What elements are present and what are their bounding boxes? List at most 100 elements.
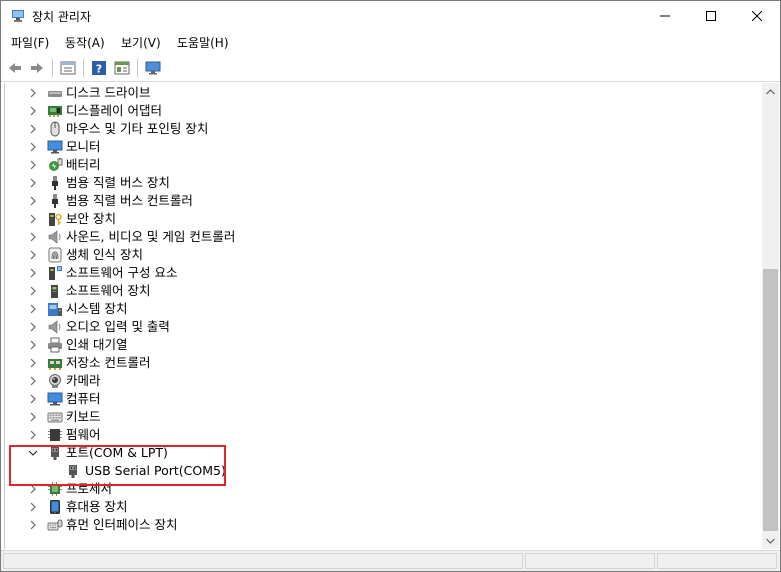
tree-category[interactable]: 인쇄 대기열 xyxy=(5,336,745,354)
chevron-right-icon[interactable] xyxy=(27,105,39,117)
chevron-up-icon xyxy=(766,88,775,94)
chevron-right-icon[interactable] xyxy=(27,357,39,369)
chevron-right-icon[interactable] xyxy=(27,393,39,405)
minimize-button[interactable] xyxy=(642,1,688,31)
close-button[interactable] xyxy=(734,1,780,31)
tree-category[interactable]: 소프트웨어 장치 xyxy=(5,282,745,300)
chevron-right-icon[interactable] xyxy=(27,501,39,513)
status-cell-secondary xyxy=(525,553,655,569)
chevron-right-icon[interactable] xyxy=(27,303,39,315)
chevron-down-icon xyxy=(766,538,775,544)
chevron-right-icon[interactable] xyxy=(27,285,39,297)
chevron-right-icon[interactable] xyxy=(27,375,39,387)
chevron-right-icon[interactable] xyxy=(27,141,39,153)
tree-item-label: 휴대용 장치 xyxy=(66,499,128,514)
chevron-right-icon[interactable] xyxy=(27,177,39,189)
usb-icon xyxy=(47,193,63,209)
window-title: 장치 관리자 xyxy=(32,10,92,24)
back-button[interactable] xyxy=(5,58,25,78)
tree-item-label: 디스플레이 어댑터 xyxy=(66,103,162,118)
chevron-right-icon[interactable] xyxy=(27,321,39,333)
tree-item-label: 범용 직렬 버스 장치 xyxy=(66,175,170,190)
mouse-icon xyxy=(47,121,63,137)
scroll-down-button[interactable] xyxy=(762,532,779,549)
tree-category[interactable]: 시스템 장치 xyxy=(5,300,745,318)
toolbar-separator xyxy=(52,59,53,77)
maximize-button[interactable] xyxy=(688,1,734,31)
scroll-up-button[interactable] xyxy=(762,83,779,100)
chevron-right-icon[interactable] xyxy=(27,87,39,99)
battery-icon xyxy=(47,157,63,173)
status-bar xyxy=(1,550,780,571)
storage-controller-icon xyxy=(47,355,63,371)
tree-category[interactable]: 펌웨어 xyxy=(5,426,745,444)
help-button[interactable]: ? xyxy=(89,58,109,78)
toolbar-separator xyxy=(83,59,84,77)
tree-item-label: 보안 장치 xyxy=(66,211,116,226)
tree-category[interactable]: 디스플레이 어댑터 xyxy=(5,102,745,120)
computer-icon xyxy=(47,391,63,407)
tree-item-label: 오디오 입력 및 출력 xyxy=(66,319,170,334)
tree-category[interactable]: 휴대용 장치 xyxy=(5,498,745,516)
tree-category[interactable]: 소프트웨어 구성 요소 xyxy=(5,264,745,282)
firmware-icon xyxy=(47,427,63,443)
tree-category[interactable]: 보안 장치 xyxy=(5,210,745,228)
tree-category[interactable]: 생체 인식 장치 xyxy=(5,246,745,264)
tree-category[interactable]: 사운드, 비디오 및 게임 컨트롤러 xyxy=(5,228,745,246)
forward-button[interactable] xyxy=(27,58,47,78)
chevron-right-icon[interactable] xyxy=(27,159,39,171)
tree-item-label: 모니터 xyxy=(66,139,101,154)
tree-item-label: 인쇄 대기열 xyxy=(66,337,128,352)
device-manager-window: 장치 관리자 파일(F) 동작(A) 보기(V) 도움말(H) ? 디스크 드라… xyxy=(0,0,781,572)
chevron-right-icon[interactable] xyxy=(27,519,39,531)
tree-category[interactable]: 오디오 입력 및 출력 xyxy=(5,318,745,336)
tree-category[interactable]: 컴퓨터 xyxy=(5,390,745,408)
chevron-right-icon[interactable] xyxy=(27,213,39,225)
chevron-right-icon[interactable] xyxy=(27,249,39,261)
system-device-icon xyxy=(47,301,63,317)
chevron-right-icon[interactable] xyxy=(27,267,39,279)
tree-category[interactable]: 모니터 xyxy=(5,138,745,156)
tree-category[interactable]: 마우스 및 기타 포인팅 장치 xyxy=(5,120,745,138)
camera-icon xyxy=(47,373,63,389)
maximize-icon xyxy=(706,11,716,21)
speaker-icon xyxy=(47,229,63,245)
update-driver-button[interactable] xyxy=(112,58,132,78)
menu-help[interactable]: 도움말(H) xyxy=(175,34,231,51)
chevron-right-icon[interactable] xyxy=(27,123,39,135)
tree-category[interactable]: 키보드 xyxy=(5,408,745,426)
menu-bar: 파일(F) 동작(A) 보기(V) 도움말(H) xyxy=(1,31,780,53)
scroll-thumb[interactable] xyxy=(763,269,778,531)
vertical-scrollbar[interactable] xyxy=(762,83,779,549)
tree-category[interactable]: 배터리 xyxy=(5,156,745,174)
status-cell-main xyxy=(3,553,523,569)
svg-text:?: ? xyxy=(96,63,102,76)
chevron-right-icon[interactable] xyxy=(27,339,39,351)
monitor-icon xyxy=(145,61,161,75)
scan-hardware-button[interactable] xyxy=(143,58,163,78)
tree-item-label: 카메라 xyxy=(66,373,101,388)
chevron-right-icon[interactable] xyxy=(27,411,39,423)
tree-category[interactable]: 디스크 드라이브 xyxy=(5,84,745,102)
menu-action[interactable]: 동작(A) xyxy=(63,34,107,51)
properties-button[interactable] xyxy=(58,58,78,78)
tree-item-label: 배터리 xyxy=(66,157,101,172)
minimize-icon xyxy=(660,15,670,17)
tree-category[interactable]: 카메라 xyxy=(5,372,745,390)
menu-file[interactable]: 파일(F) xyxy=(9,34,51,51)
chevron-right-icon[interactable] xyxy=(27,231,39,243)
speaker-icon xyxy=(47,319,63,335)
tree-category[interactable]: 휴먼 인터페이스 장치 xyxy=(5,516,745,534)
chevron-right-icon[interactable] xyxy=(27,429,39,441)
keyboard-icon xyxy=(47,409,63,425)
tree-category[interactable]: 저장소 컨트롤러 xyxy=(5,354,745,372)
security-key-icon xyxy=(47,211,63,227)
chevron-right-icon[interactable] xyxy=(27,195,39,207)
tree-category[interactable]: 범용 직렬 버스 장치 xyxy=(5,174,745,192)
tree-item-label: 마우스 및 기타 포인팅 장치 xyxy=(66,121,209,136)
title-bar[interactable]: 장치 관리자 xyxy=(1,1,780,31)
tree-item-label: 사운드, 비디오 및 게임 컨트롤러 xyxy=(66,229,236,244)
tree-category[interactable]: 범용 직렬 버스 컨트롤러 xyxy=(5,192,745,210)
menu-view[interactable]: 보기(V) xyxy=(119,34,163,51)
tree-item-label: 키보드 xyxy=(66,409,101,424)
